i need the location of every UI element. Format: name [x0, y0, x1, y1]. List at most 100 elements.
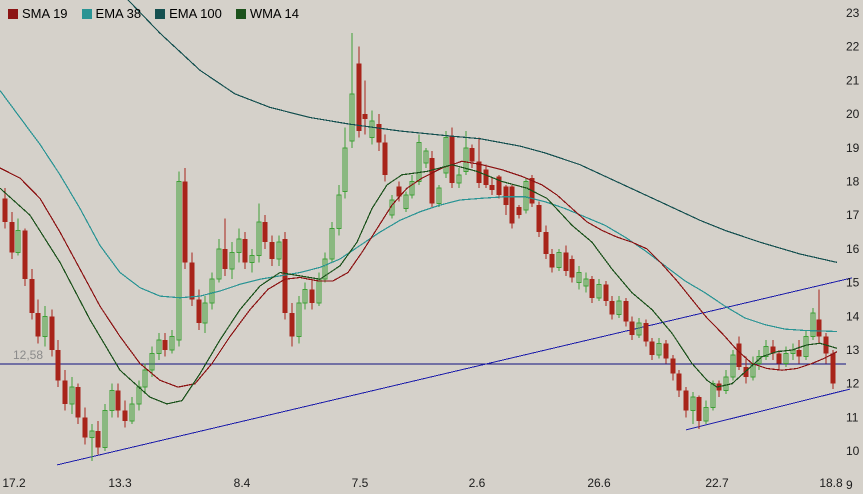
candle-body-down — [643, 323, 649, 342]
candle-body-down — [816, 319, 822, 337]
x-axis-tick: 8.4 — [234, 476, 251, 490]
y-axis-tick: 9 — [846, 478, 853, 492]
candle — [683, 387, 689, 418]
candle-body-down — [830, 353, 836, 384]
candle — [456, 168, 462, 189]
x-axis-tick: 17.2 — [2, 476, 26, 490]
price-line-label: 12,58 — [13, 348, 43, 362]
candle-body-down — [262, 221, 268, 243]
candle — [102, 403, 108, 452]
candle — [563, 245, 569, 276]
wma14-line — [0, 164, 838, 405]
candle-body-down — [382, 142, 388, 175]
candle-body-down — [503, 186, 509, 206]
legend-item-wma14: WMA 14 — [235, 6, 299, 21]
candle-body-down — [483, 169, 489, 185]
candle — [810, 307, 816, 340]
candle — [616, 296, 622, 318]
candle-body-down — [449, 136, 455, 184]
ema38-swatch-icon — [81, 8, 92, 19]
candle-body-down — [35, 312, 41, 337]
chart-plot-area[interactable]: 23 22 21 20 19 18 17 16 15 14 13 12 11 10 9 17.2 13.3 8.4… — [0, 0, 863, 494]
candle-body-down — [670, 358, 676, 374]
candle-body-down — [609, 301, 615, 315]
candle-body-down — [162, 339, 168, 350]
y-axis-tick: 15 — [846, 276, 860, 290]
candle — [15, 218, 21, 256]
candle — [543, 225, 549, 260]
x-axis-tick: 26.6 — [587, 476, 611, 490]
candle — [770, 339, 776, 361]
candle-body-down — [356, 63, 362, 131]
candle-body-down — [22, 230, 28, 280]
ema100-swatch-icon — [155, 8, 166, 19]
candle — [503, 184, 509, 216]
x-axis-tick: 18.8 — [819, 476, 843, 490]
candle-body-down — [676, 373, 682, 391]
candle — [656, 338, 662, 359]
candle-body-down — [696, 397, 702, 421]
candle — [556, 248, 562, 271]
ema38-line — [0, 90, 838, 333]
candle-body-down — [362, 114, 368, 120]
y-axis-tick: 18 — [846, 175, 860, 189]
candle — [623, 297, 629, 327]
legend-label: EMA 38 — [95, 6, 142, 21]
candle-body-down — [543, 232, 549, 254]
candle — [690, 392, 696, 425]
y-axis-tick: 10 — [846, 444, 860, 458]
candle — [576, 265, 582, 290]
candle — [9, 211, 15, 260]
x-axis-tick: 22.7 — [705, 476, 729, 490]
candle — [109, 383, 115, 418]
candle — [516, 205, 522, 219]
candle-body-down — [649, 341, 655, 356]
candle — [790, 343, 796, 361]
candle — [443, 130, 449, 179]
candle-body-down — [9, 221, 15, 253]
candle — [222, 218, 228, 276]
candle — [236, 228, 242, 263]
y-axis-tick: 20 — [846, 107, 860, 121]
x-axis-tick: 7.5 — [352, 476, 369, 490]
candle — [523, 178, 529, 214]
candle — [536, 201, 542, 238]
candle — [262, 215, 268, 249]
candle — [316, 272, 322, 307]
candle — [549, 248, 555, 273]
candle — [176, 171, 182, 347]
candle — [329, 221, 335, 263]
candle-body-down — [2, 198, 8, 222]
ema100-line — [127, 0, 838, 263]
candle — [703, 400, 709, 425]
candle — [356, 46, 362, 138]
candle-body-down — [736, 343, 742, 367]
candle-body-down — [429, 157, 435, 204]
candle-body-down — [122, 410, 128, 421]
candle — [49, 309, 55, 357]
candle-body-down — [189, 262, 195, 300]
candle-body-down — [563, 252, 569, 271]
candle — [162, 333, 168, 357]
candle-body-down — [623, 301, 629, 322]
candle — [342, 127, 348, 199]
candle — [783, 346, 789, 367]
candle-body-down — [95, 430, 101, 448]
candle-body-down — [589, 279, 595, 298]
candle — [603, 280, 609, 307]
candle — [269, 235, 275, 266]
candle — [469, 144, 475, 169]
candle — [416, 134, 422, 185]
legend-item-ema38: EMA 38 — [81, 6, 142, 21]
legend: SMA 19 EMA 38 EMA 100 WMA 14 — [8, 6, 299, 21]
candle — [429, 151, 435, 209]
candle — [723, 370, 729, 394]
candle — [289, 302, 295, 347]
candle — [129, 397, 135, 425]
candle — [89, 424, 95, 462]
candle-body-down — [62, 380, 68, 404]
candle-body-down — [469, 147, 475, 162]
candle — [309, 279, 315, 310]
candle — [322, 252, 328, 283]
candle — [62, 370, 68, 411]
